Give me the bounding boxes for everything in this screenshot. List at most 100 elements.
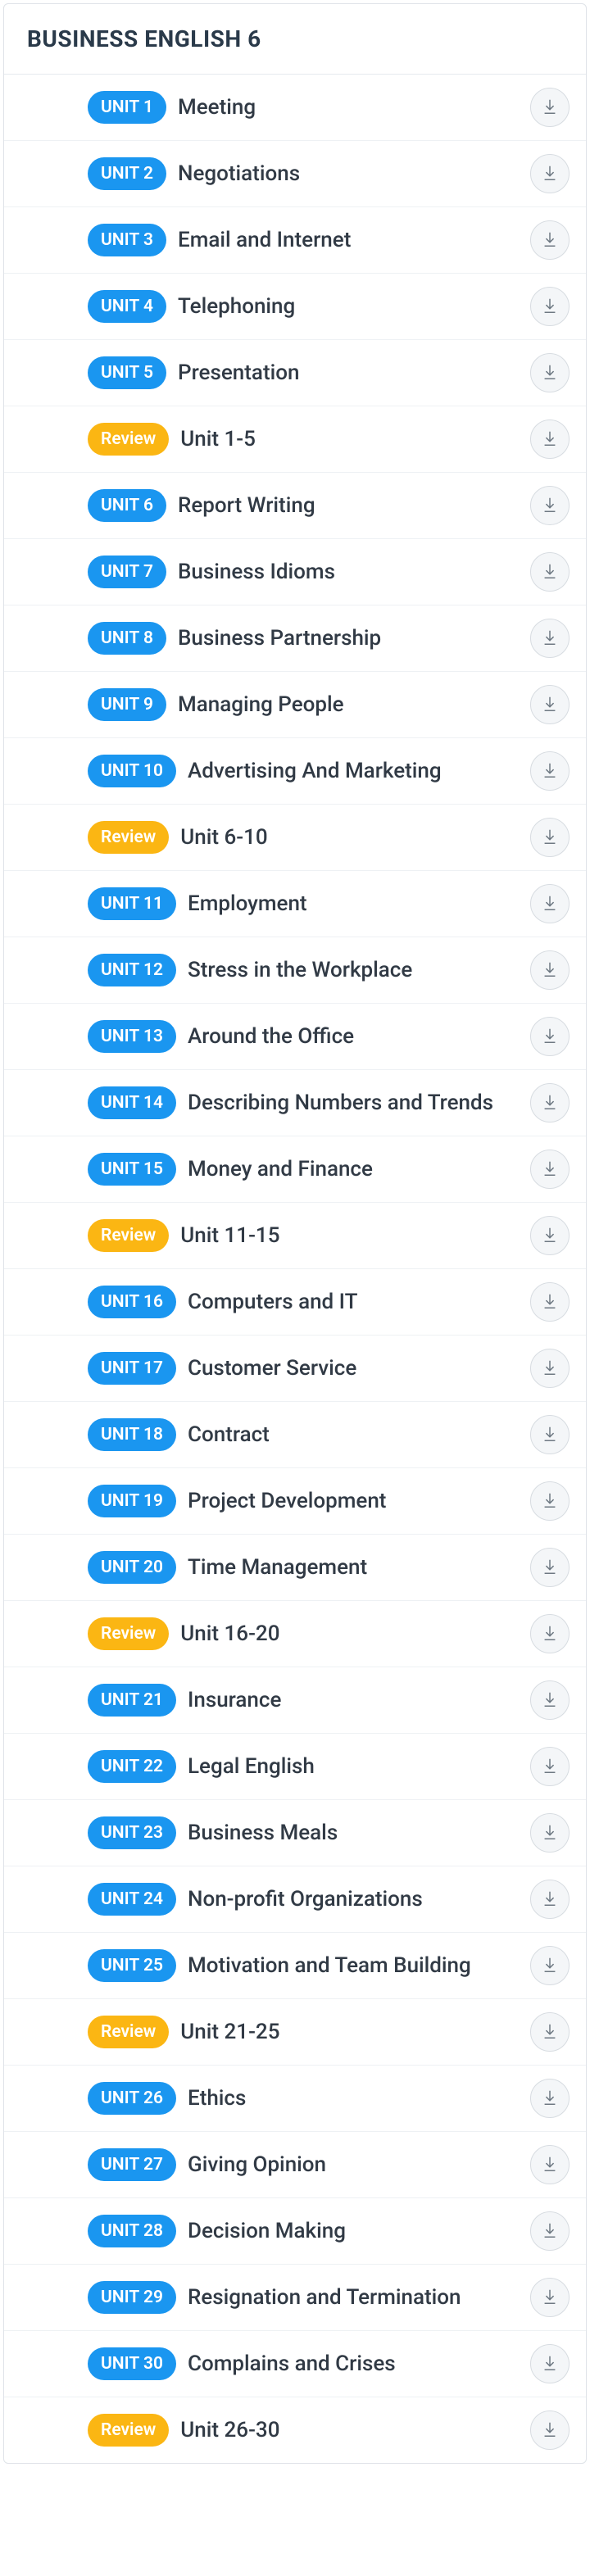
list-item[interactable]: UNIT 17Customer Service — [4, 1336, 586, 1402]
list-item[interactable]: UNIT 23Business Meals — [4, 1800, 586, 1866]
item-title: Unit 1-5 — [180, 426, 519, 453]
list-item[interactable]: UNIT 9Managing People — [4, 672, 586, 738]
download-button[interactable] — [530, 2145, 570, 2184]
list-item[interactable]: UNIT 22Legal English — [4, 1734, 586, 1800]
download-button[interactable] — [530, 884, 570, 923]
download-button[interactable] — [530, 420, 570, 459]
download-button[interactable] — [530, 685, 570, 724]
list-item[interactable]: ReviewUnit 1-5 — [4, 406, 586, 473]
review-badge: Review — [88, 2414, 169, 2447]
list-item[interactable]: UNIT 14Describing Numbers and Trends — [4, 1070, 586, 1136]
download-button[interactable] — [530, 1813, 570, 1853]
list-item[interactable]: UNIT 13Around the Office — [4, 1004, 586, 1070]
download-button[interactable] — [530, 1282, 570, 1322]
unit-badge: UNIT 23 — [88, 1816, 176, 1849]
download-button[interactable] — [530, 1349, 570, 1388]
list-item[interactable]: UNIT 29Resignation and Termination — [4, 2265, 586, 2331]
list-item[interactable]: UNIT 11Employment — [4, 871, 586, 937]
review-badge: Review — [88, 821, 169, 854]
list-item[interactable]: UNIT 10Advertising And Marketing — [4, 738, 586, 805]
list-item[interactable]: UNIT 8Business Partnership — [4, 605, 586, 672]
list-item[interactable]: UNIT 3Email and Internet — [4, 207, 586, 274]
list-item[interactable]: UNIT 5Presentation — [4, 340, 586, 406]
download-button[interactable] — [530, 2012, 570, 2052]
list-item[interactable]: ReviewUnit 11-15 — [4, 1203, 586, 1269]
download-button[interactable] — [530, 2079, 570, 2118]
download-button[interactable] — [530, 2410, 570, 2450]
item-title: Giving Opinion — [188, 2152, 519, 2179]
download-button[interactable] — [530, 950, 570, 990]
item-title: Non-profit Organizations — [188, 1886, 519, 1913]
download-icon — [541, 297, 559, 317]
download-button[interactable] — [530, 154, 570, 193]
item-title: Project Development — [188, 1488, 519, 1515]
download-button[interactable] — [530, 1548, 570, 1587]
list-item[interactable]: UNIT 30Complains and Crises — [4, 2331, 586, 2397]
download-button[interactable] — [530, 1946, 570, 1985]
list-item[interactable]: ReviewUnit 6-10 — [4, 805, 586, 871]
download-button[interactable] — [530, 1614, 570, 1653]
download-icon — [541, 1823, 559, 1844]
download-button[interactable] — [530, 353, 570, 392]
list-item[interactable]: ReviewUnit 16-20 — [4, 1601, 586, 1667]
item-title: Meeting — [178, 94, 519, 121]
list-item[interactable]: UNIT 7Business Idioms — [4, 539, 586, 605]
list-item[interactable]: UNIT 28 Decision Making — [4, 2198, 586, 2265]
download-button[interactable] — [530, 486, 570, 525]
list-item[interactable]: UNIT 19Project Development — [4, 1468, 586, 1535]
item-title: Presentation — [178, 360, 519, 387]
item-title: Customer Service — [188, 1355, 519, 1382]
list-item[interactable]: UNIT 16Computers and IT — [4, 1269, 586, 1336]
list-item[interactable]: UNIT 27 Giving Opinion — [4, 2132, 586, 2198]
download-button[interactable] — [530, 1880, 570, 1919]
list-item[interactable]: UNIT 15Money and Finance — [4, 1136, 586, 1203]
list-item[interactable]: UNIT 26Ethics — [4, 2066, 586, 2132]
list-item[interactable]: UNIT 25Motivation and Team Building — [4, 1933, 586, 1999]
item-title: Unit 11-15 — [180, 1222, 519, 1249]
item-title: Computers and IT — [188, 1289, 519, 1316]
list-item[interactable]: ReviewUnit 26-30 — [4, 2397, 586, 2463]
list-item[interactable]: ReviewUnit 21-25 — [4, 1999, 586, 2066]
download-icon — [541, 429, 559, 450]
download-button[interactable] — [530, 1150, 570, 1189]
item-title: Negotiations — [178, 161, 519, 188]
download-button[interactable] — [530, 552, 570, 592]
unit-badge: UNIT 3 — [88, 224, 166, 256]
unit-badge: UNIT 13 — [88, 1020, 176, 1053]
download-button[interactable] — [530, 1481, 570, 1521]
download-button[interactable] — [530, 1017, 570, 1056]
item-title: Decision Making — [188, 2218, 519, 2245]
download-icon — [541, 628, 559, 649]
list-item[interactable]: UNIT 6Report Writing — [4, 473, 586, 539]
download-button[interactable] — [530, 1747, 570, 1786]
unit-badge: UNIT 28 — [88, 2215, 176, 2247]
unit-badge: UNIT 15 — [88, 1153, 176, 1186]
download-button[interactable] — [530, 1680, 570, 1720]
download-button[interactable] — [530, 287, 570, 326]
download-button[interactable] — [530, 1083, 570, 1122]
unit-badge: UNIT 22 — [88, 1750, 176, 1783]
download-button[interactable] — [530, 2344, 570, 2383]
download-button[interactable] — [530, 220, 570, 260]
download-button[interactable] — [530, 619, 570, 658]
download-button[interactable] — [530, 1415, 570, 1454]
review-badge: Review — [88, 2016, 169, 2048]
list-item[interactable]: UNIT 20Time Management — [4, 1535, 586, 1601]
list-item[interactable]: UNIT 18Contract — [4, 1402, 586, 1468]
download-button[interactable] — [530, 1216, 570, 1255]
unit-badge: UNIT 26 — [88, 2082, 176, 2115]
list-item[interactable]: UNIT 1Meeting — [4, 75, 586, 141]
download-button[interactable] — [530, 818, 570, 857]
list-item[interactable]: UNIT 21Insurance — [4, 1667, 586, 1734]
download-button[interactable] — [530, 88, 570, 127]
download-button[interactable] — [530, 751, 570, 791]
unit-badge: UNIT 25 — [88, 1949, 176, 1982]
list-item[interactable]: UNIT 2Negotiations — [4, 141, 586, 207]
download-button[interactable] — [530, 2278, 570, 2317]
list-item[interactable]: UNIT 4Telephoning — [4, 274, 586, 340]
unit-badge: UNIT 24 — [88, 1883, 176, 1916]
download-button[interactable] — [530, 2211, 570, 2251]
list-item[interactable]: UNIT 12Stress in the Workplace — [4, 937, 586, 1004]
list-item[interactable]: UNIT 24 Non-profit Organizations — [4, 1866, 586, 1933]
unit-badge: UNIT 27 — [88, 2148, 176, 2181]
